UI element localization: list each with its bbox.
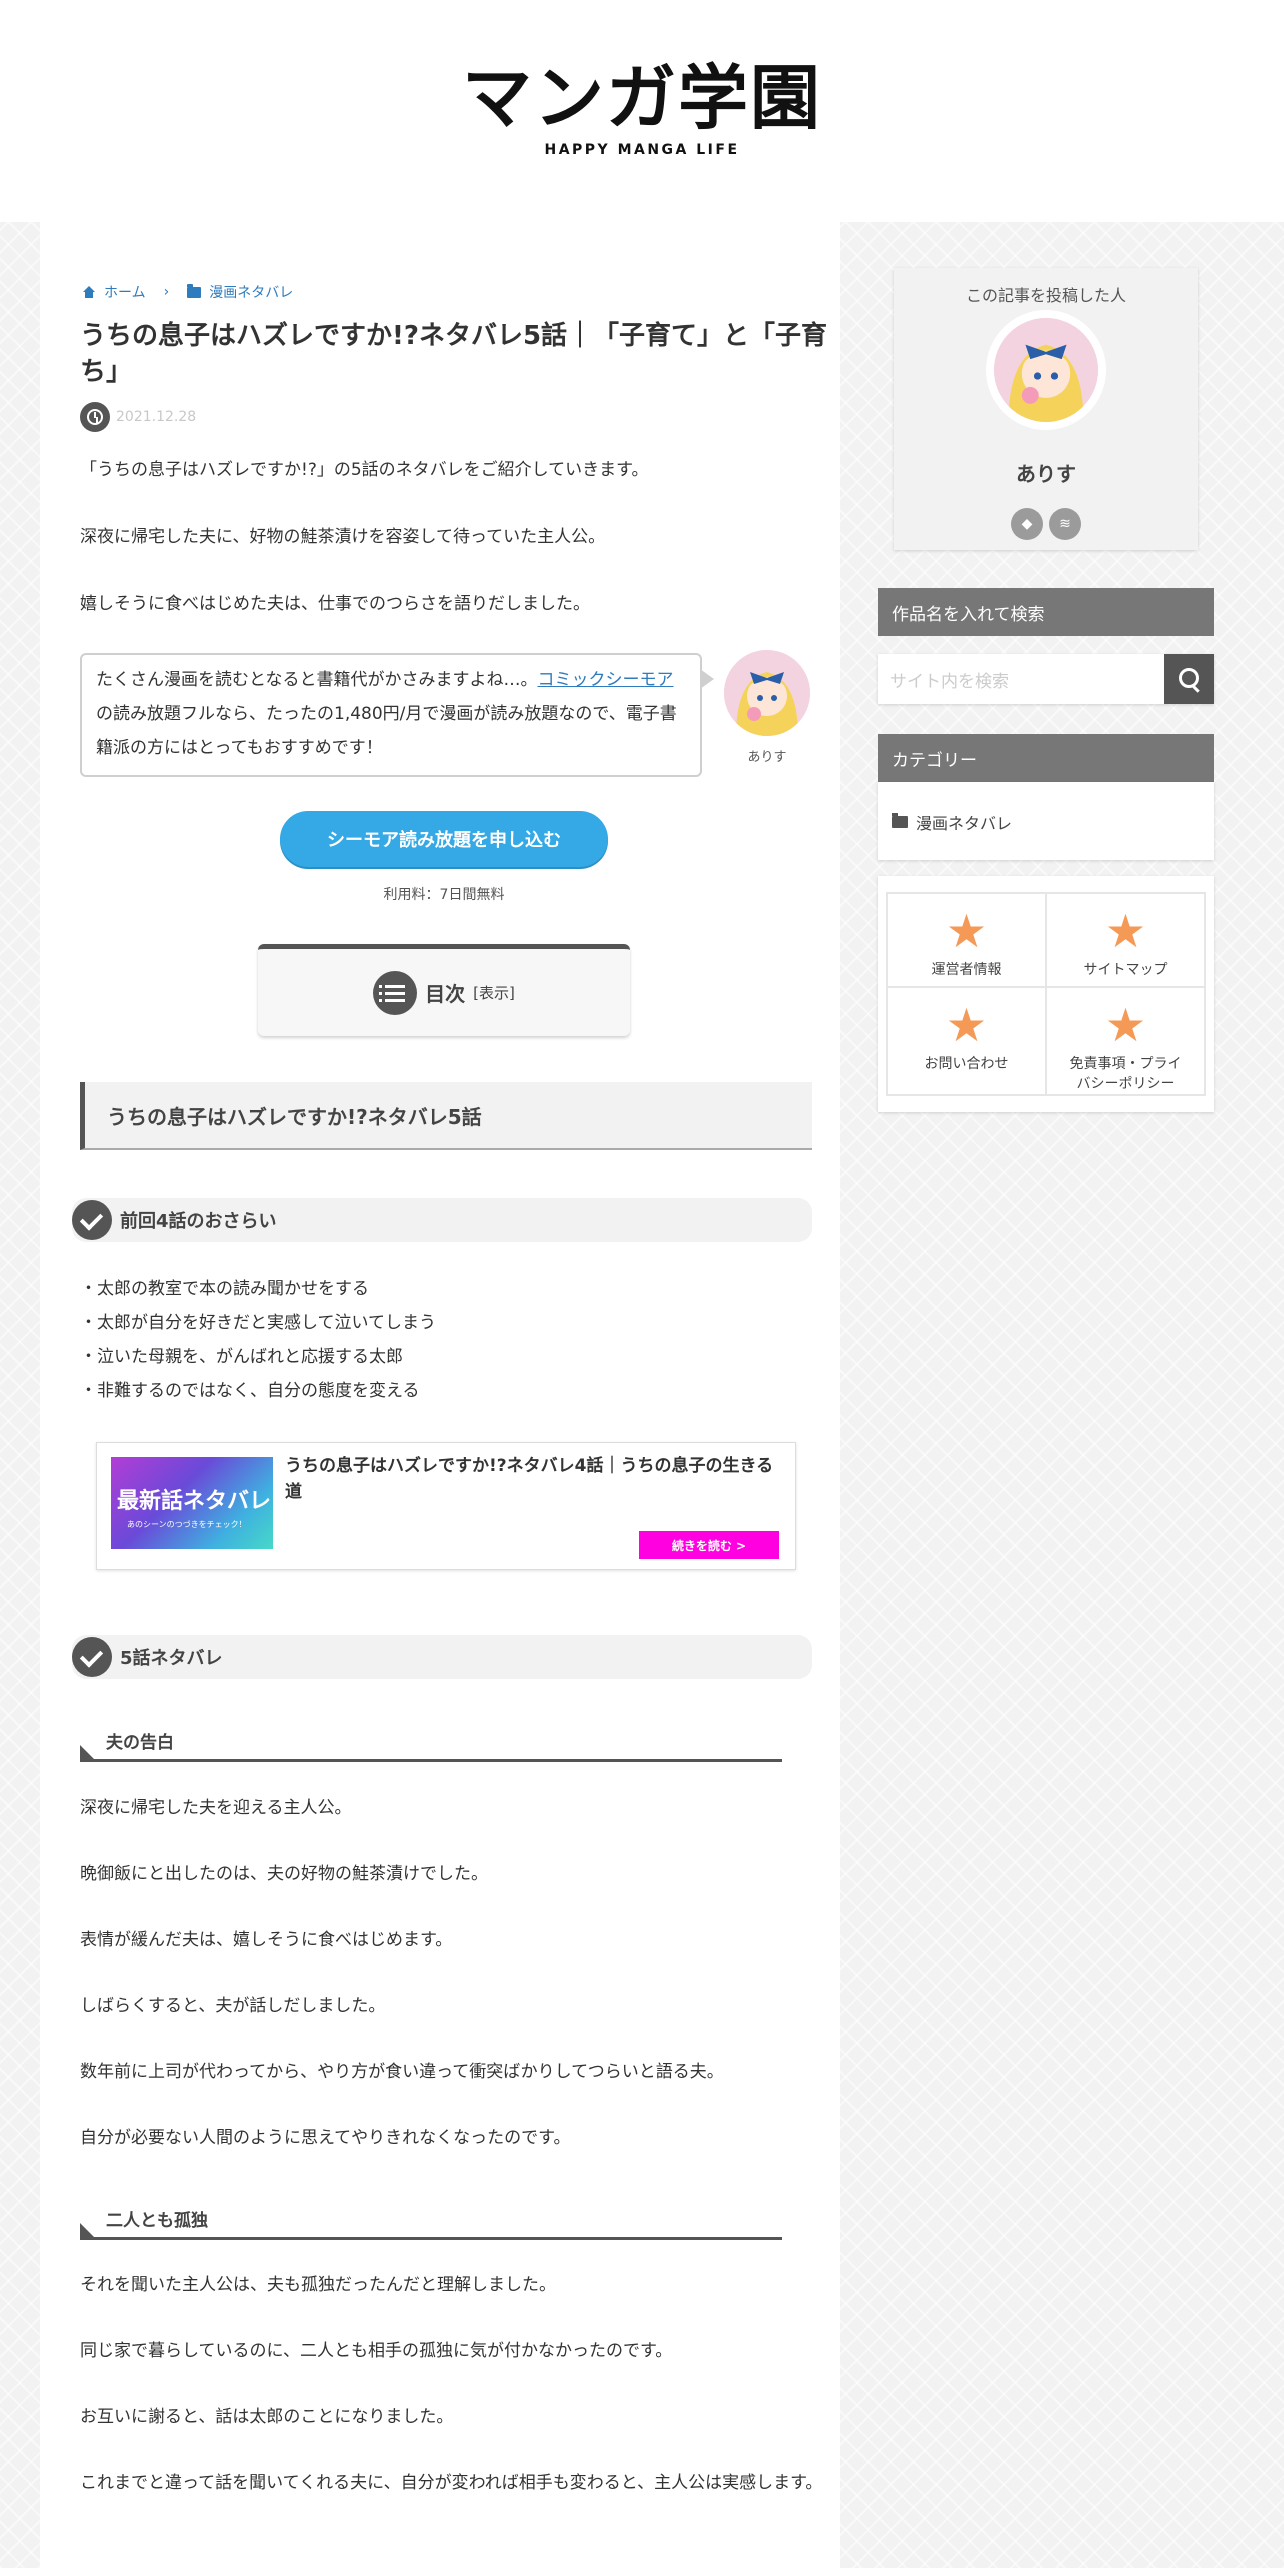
nav-label: サイトマップ: [1083, 962, 1168, 978]
search-widget: サイト内を検索: [878, 654, 1214, 704]
date-text: 2021.12.28: [116, 409, 197, 425]
site-header: マンガ学園 HAPPY MANGA LIFE: [0, 0, 1284, 222]
home-icon: [82, 286, 96, 298]
nav-widget: ★ 運営者情報 ★ サイトマップ ★ お問い合わせ ★ 免責事項・プライバシーポ…: [878, 876, 1214, 1112]
category-widget: 漫画ネタバレ: [878, 782, 1214, 860]
intro-paragraph: 「うちの息子はハズレですか!?」の5話のネタバレをご紹介していきます。: [80, 460, 649, 480]
recap-list: ・太郎の教室で本の読み聞かせをする ・太郎が自分を好きだと実感して泣いてしまう …: [80, 1272, 436, 1408]
logo-title[interactable]: マンガ学園: [0, 58, 1284, 138]
card-thumbnail: 最新話ネタバレ あのシーンのつづきをチェック！: [111, 1457, 273, 1549]
logo-tagline: HAPPY MANGA LIFE: [544, 142, 740, 158]
category-label: 漫画ネタバレ: [916, 814, 1013, 833]
category-widget-heading: カテゴリー: [878, 734, 1214, 782]
star-icon: ★: [945, 904, 988, 958]
bubble-avatar-name: ありす: [747, 750, 787, 765]
breadcrumb-category[interactable]: 漫画ネタバレ: [209, 282, 293, 302]
list-icon: [373, 970, 418, 1015]
intro-paragraph: 嬉しそうに食べはじめた夫は、仕事でのつらさを語りだしました。: [80, 594, 590, 614]
body-paragraph: 数年前に上司が代わってから、やり方が食い違って衝突ばかりしてつらいと語る夫。: [80, 2062, 724, 2082]
subsection-heading: 前回4話のおさらい: [72, 1198, 812, 1242]
thumb-title: 最新話ネタバレ: [117, 1489, 272, 1514]
table-of-contents[interactable]: 目次 [表示]: [258, 944, 630, 1036]
post-date: 2021.12.28: [80, 402, 196, 432]
chevron-right-icon: ›: [163, 284, 170, 300]
folder-icon: [892, 813, 908, 828]
avatar: [724, 650, 810, 736]
body-paragraph: それを聞いた主人公は、夫も孤独だったんだと理解しました。: [80, 2275, 556, 2295]
nav-label: 免責事項・プライバシーポリシー: [1069, 1056, 1182, 1092]
list-item: ・太郎が自分を好きだと実感して泣いてしまう: [80, 1313, 436, 1333]
nav-item-privacy-policy[interactable]: ★ 免責事項・プライバシーポリシー: [1046, 987, 1205, 1095]
minor-heading: 夫の告白: [80, 1722, 782, 1762]
cta-note: 利用料：7日間無料: [383, 887, 505, 903]
nav-label: 運営者情報: [931, 962, 1002, 978]
body-paragraph: しばらくすると、夫が話しだしました。: [80, 1996, 386, 2016]
avatar: [994, 318, 1098, 422]
subsection-heading-text: 5話ネタバレ: [120, 1648, 223, 1669]
body-paragraph: 自分が必要ない人間のように思えてやりきれなくなったのです。: [80, 2128, 571, 2148]
speech-bubble: たくさん漫画を読むとなると書籍代がかさみますよね…。コミックシーモアの読み放題フ…: [80, 653, 714, 777]
list-item: ・非難するのではなく、自分の態度を変える: [80, 1381, 420, 1401]
intro-paragraph: 深夜に帰宅した夫に、好物の鮭茶漬けを容姿して待っていた主人公。: [80, 527, 606, 547]
read-more-button[interactable]: 続きを読む >: [639, 1531, 779, 1559]
check-icon: [72, 1637, 112, 1677]
search-input[interactable]: サイト内を検索: [878, 654, 1164, 704]
body-paragraph: 晩御飯にと出したのは、夫の好物の鮭茶漬けでした。: [80, 1864, 488, 1884]
author-widget: この記事を投稿した人 ありす ◆ ≋: [894, 268, 1198, 550]
card-title[interactable]: うちの息子はハズレですか!?ネタバレ4話｜うちの息子の生きる道: [285, 1453, 779, 1505]
article-main: ホーム › 漫画ネタバレ うちの息子はハズレですか!?ネタバレ5話｜「子育て」と…: [40, 222, 840, 2568]
minor-heading: 二人とも孤独: [80, 2200, 782, 2240]
star-icon: ★: [1104, 998, 1147, 1052]
search-widget-heading: 作品名を入れて検索: [878, 588, 1214, 636]
list-item: ・泣いた母親を、がんばれと応援する太郎: [80, 1347, 403, 1367]
subsection-heading-text: 前回4話のおさらい: [120, 1211, 277, 1232]
list-item: ・太郎の教室で本の読み聞かせをする: [80, 1279, 369, 1299]
related-article-card[interactable]: 最新話ネタバレ あのシーンのつづきをチェック！ うちの息子はハズレですか!?ネタ…: [96, 1442, 796, 1570]
site-logo[interactable]: マンガ学園 HAPPY MANGA LIFE: [0, 58, 1284, 158]
folder-icon: [187, 283, 202, 298]
rss-icon[interactable]: ≋: [1049, 508, 1081, 540]
breadcrumb-home[interactable]: ホーム: [104, 282, 146, 302]
toc-toggle[interactable]: [表示]: [473, 982, 515, 1003]
bubble-text: の読み放題フルなら、たったの1,480円/月で漫画が読み放題なので、電子書籍派の…: [96, 704, 677, 758]
search-button[interactable]: [1164, 654, 1214, 704]
body-paragraph: 表情が緩んだ夫は、嬉しそうに食べはじめます。: [80, 1930, 453, 1950]
thumb-subtitle: あのシーンのつづきをチェック！: [127, 1520, 247, 1529]
body-paragraph: 同じ家で暮らしているのに、二人とも相手の孤独に気が付かなかったのです。: [80, 2341, 673, 2361]
nav-item-sitemap[interactable]: ★ サイトマップ: [1046, 893, 1205, 987]
toc-title: 目次: [425, 982, 466, 1006]
nav-label: お問い合わせ: [924, 1056, 1009, 1072]
category-link[interactable]: 漫画ネタバレ: [892, 810, 1012, 834]
body-paragraph: これまでと違って話を聞いてくれる夫に、自分が変われば相手も変わると、主人公は実感…: [80, 2473, 823, 2493]
star-icon: ★: [1104, 904, 1147, 958]
subsection-heading: 5話ネタバレ: [72, 1635, 812, 1679]
nav-grid: ★ 運営者情報 ★ サイトマップ ★ お問い合わせ ★ 免責事項・プライバシーポ…: [886, 892, 1206, 1096]
body-paragraph: 深夜に帰宅した夫を迎える主人公。: [80, 1798, 352, 1818]
author-avatar-ring: [986, 310, 1106, 430]
bubble-text: たくさん漫画を読むとなると書籍代がかさみますよね…。: [96, 670, 538, 690]
clock-icon: [80, 402, 110, 432]
breadcrumb: ホーム › 漫画ネタバレ: [82, 282, 293, 302]
feedly-icon[interactable]: ◆: [1011, 508, 1043, 540]
page-title: うちの息子はハズレですか!?ネタバレ5話｜「子育て」と「子育ち」: [80, 321, 828, 387]
body-paragraph: お互いに謝ると、話は太郎のことになりました。: [80, 2407, 454, 2427]
author-links: ◆ ≋: [894, 508, 1198, 540]
seymour-subscribe-button[interactable]: シーモア読み放題を申し込む: [280, 811, 608, 867]
section-heading: うちの息子はハズレですか!?ネタバレ5話: [80, 1082, 812, 1150]
comic-seymour-link[interactable]: コミックシーモア: [538, 670, 674, 690]
nav-item-operator-info[interactable]: ★ 運営者情報: [887, 893, 1046, 987]
author-name: ありす: [1016, 462, 1076, 486]
nav-item-contact[interactable]: ★ お問い合わせ: [887, 987, 1046, 1095]
author-heading: この記事を投稿した人: [965, 286, 1126, 305]
star-icon: ★: [945, 998, 988, 1052]
check-icon: [72, 1200, 112, 1240]
